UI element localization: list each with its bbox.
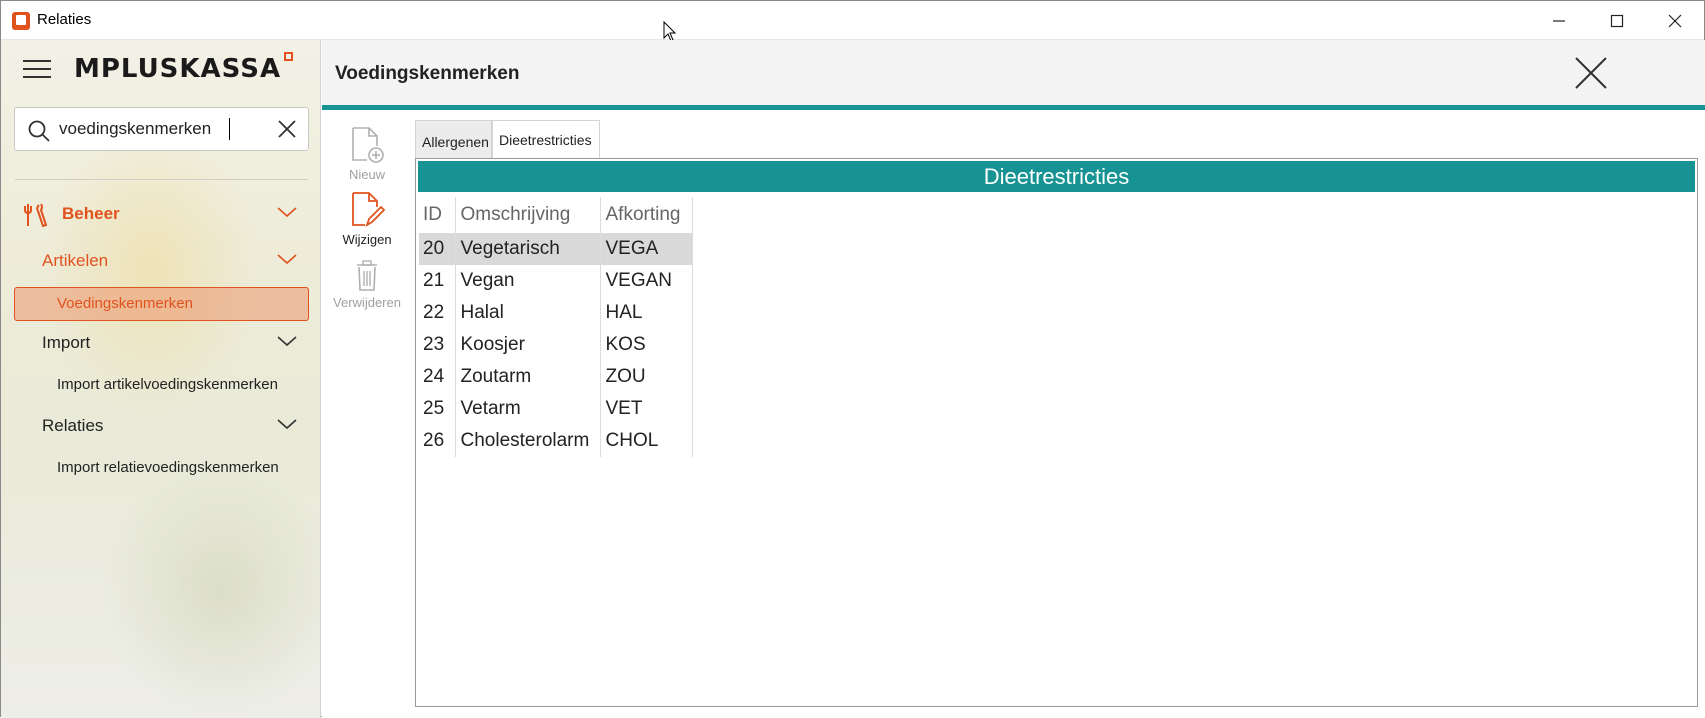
window-title: Relaties <box>37 11 92 28</box>
close-window-button[interactable] <box>1646 1 1704 40</box>
sidebar: MPLUSKASSA Beheer <box>1 40 321 718</box>
cell-omschrijving: Cholesterolarm <box>455 425 601 457</box>
sidebar-background-lower <box>101 460 320 718</box>
search-box <box>14 107 309 151</box>
cell-afkorting: CHOL <box>600 425 693 457</box>
chevron-down-icon <box>277 207 297 218</box>
sidebar-item-label: Import <box>42 333 91 352</box>
sidebar-item-import[interactable]: Import <box>1 325 320 361</box>
cell-id: 23 <box>419 329 456 361</box>
search-icon <box>28 120 50 142</box>
cell-afkorting: HAL <box>600 297 693 329</box>
maximize-button[interactable] <box>1588 1 1646 40</box>
cell-id: 25 <box>419 393 456 425</box>
title-bar: Relaties <box>1 1 1704 40</box>
cell-id: 21 <box>419 265 456 297</box>
cell-omschrijving: Vegetarisch <box>455 233 601 265</box>
tab-dieetrestricties[interactable]: Dieetrestricties <box>492 120 600 160</box>
sidebar-item-relaties[interactable]: Relaties <box>1 408 320 444</box>
maximize-icon <box>1610 14 1624 27</box>
cell-afkorting: VET <box>600 393 693 425</box>
cell-afkorting: VEGA <box>600 233 693 265</box>
new-button[interactable]: Nieuw <box>322 126 412 182</box>
cell-omschrijving: Koosjer <box>455 329 601 361</box>
sidebar-item-label: Relaties <box>42 416 104 435</box>
main-content: Voedingskenmerken Nieuw Wijzigen Verwijd… <box>322 40 1705 718</box>
sidebar-item-beheer[interactable]: Beheer <box>1 196 320 232</box>
table-row[interactable]: 23 Koosjer KOS <box>419 329 693 361</box>
tools-icon <box>24 203 48 228</box>
cell-omschrijving: Halal <box>455 297 601 329</box>
table-row[interactable]: 25 Vetarm VET <box>419 393 693 425</box>
table-row[interactable]: 21 Vegan VEGAN <box>419 265 693 297</box>
app-window: Relaties MPLUSKASSA voedingskenmerken Be… <box>0 0 1705 718</box>
action-toolbar: Nieuw Wijzigen Verwijderen <box>322 110 412 718</box>
minimize-button[interactable] <box>1530 1 1588 40</box>
search-input[interactable] <box>59 118 269 140</box>
chevron-down-icon <box>277 336 297 347</box>
chevron-down-icon <box>277 419 297 430</box>
page-title: Voedingskenmerken <box>335 63 520 84</box>
cell-id: 22 <box>419 297 456 329</box>
mpluskassa-logo: MPLUSKASSA <box>74 52 294 84</box>
close-page-icon[interactable] <box>1574 56 1608 90</box>
sidebar-item-import-relatievoedingskenmerken[interactable]: Import relatievoedingskenmerken <box>57 459 279 476</box>
logo-mark-icon <box>284 52 294 61</box>
table-row[interactable]: 20 Vegetarisch VEGA <box>419 233 693 265</box>
sidebar-divider <box>15 179 308 180</box>
delete-button-label: Verwijderen <box>333 295 401 310</box>
column-header-afkorting[interactable]: Afkorting <box>600 197 693 233</box>
table-row[interactable]: 26 Cholesterolarm CHOL <box>419 425 693 457</box>
app-logo-icon <box>12 12 30 30</box>
table-row[interactable]: 24 Zoutarm ZOU <box>419 361 693 393</box>
edit-document-icon <box>352 192 385 228</box>
column-header-id[interactable]: ID <box>419 197 456 233</box>
logo-text: MPLUSKASSA <box>74 54 282 84</box>
data-table: ID Omschrijving Afkorting 20 Vegetarisch… <box>419 197 693 457</box>
sidebar-item-label: Beheer <box>62 204 120 223</box>
edit-button[interactable]: Wijzigen <box>322 191 412 247</box>
cell-afkorting: VEGAN <box>600 265 693 297</box>
cell-id: 24 <box>419 361 456 393</box>
sidebar-item-label: Artikelen <box>42 251 109 270</box>
table-row[interactable]: 22 Halal HAL <box>419 297 693 329</box>
sidebar-item-voedingskenmerken[interactable]: Voedingskenmerken <box>14 287 309 321</box>
delete-button[interactable]: Verwijderen <box>322 260 412 310</box>
trash-icon <box>357 260 377 291</box>
cell-omschrijving: Vetarm <box>455 393 601 425</box>
panel-title: Dieetrestricties <box>418 161 1695 192</box>
chevron-down-icon <box>277 254 297 265</box>
new-document-icon <box>352 127 384 163</box>
text-caret <box>229 118 230 140</box>
cell-id: 26 <box>419 425 456 457</box>
sidebar-item-import-artikelvoedingskenmerken[interactable]: Import artikelvoedingskenmerken <box>57 376 278 393</box>
sidebar-item-label: Voedingskenmerken <box>57 295 193 312</box>
hamburger-menu-icon[interactable] <box>23 58 51 80</box>
cell-omschrijving: Zoutarm <box>455 361 601 393</box>
dieetrestricties-panel: Dieetrestricties ID Omschrijving Afkorti… <box>415 158 1698 707</box>
header-accent-bar <box>322 105 1705 110</box>
column-header-omschrijving[interactable]: Omschrijving <box>455 197 601 233</box>
table-header-row: ID Omschrijving Afkorting <box>419 197 693 233</box>
tab-allergenen[interactable]: Allergenen <box>415 120 492 158</box>
edit-button-label: Wijzigen <box>342 232 392 247</box>
minimize-icon <box>1553 19 1565 22</box>
cell-omschrijving: Vegan <box>455 265 601 297</box>
cell-afkorting: KOS <box>600 329 693 361</box>
cell-afkorting: ZOU <box>600 361 693 393</box>
clear-search-icon[interactable] <box>277 119 297 139</box>
close-icon <box>1668 14 1682 27</box>
cell-id: 20 <box>419 233 456 265</box>
new-button-label: Nieuw <box>348 167 386 182</box>
sidebar-item-artikelen[interactable]: Artikelen <box>1 243 320 279</box>
main-header: Voedingskenmerken <box>322 40 1705 107</box>
